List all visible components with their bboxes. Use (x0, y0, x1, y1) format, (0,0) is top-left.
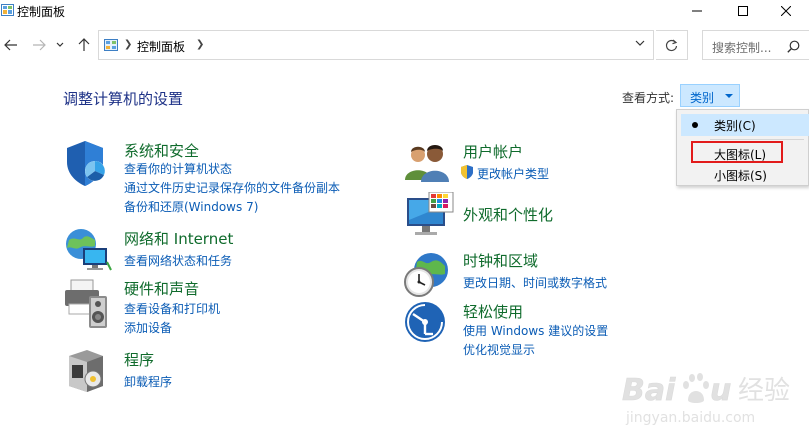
link-change-date-time[interactable]: 更改日期、时间或数字格式 (463, 274, 607, 291)
network-globe-icon[interactable] (63, 226, 113, 274)
forward-button[interactable] (30, 35, 48, 55)
category-name[interactable]: 程序 (124, 349, 154, 370)
svg-text:jingyan.baidu.com: jingyan.baidu.com (625, 410, 755, 426)
printer-speaker-icon[interactable] (63, 278, 111, 330)
breadcrumb-control-panel[interactable]: 控制面板 (137, 38, 185, 55)
ease-of-access-icon[interactable] (403, 300, 449, 346)
link-devices-printers[interactable]: 查看设备和打印机 (124, 300, 220, 317)
chevron-down-icon[interactable] (635, 40, 645, 47)
maximize-icon (738, 6, 748, 16)
category-programs: 程序 卸载程序 (63, 346, 383, 396)
control-panel-icon (1, 4, 14, 16)
view-by-value: 类别 (690, 91, 715, 105)
category-name[interactable]: 轻松使用 (463, 301, 523, 322)
svg-text:Bai: Bai (622, 373, 676, 408)
search-placeholder: 搜索控制... (712, 41, 772, 55)
recent-locations-button[interactable] (54, 35, 66, 55)
title-bar: 控制面板 (0, 0, 809, 22)
refresh-button[interactable] (656, 30, 688, 60)
search-input[interactable]: 搜索控制... (702, 30, 809, 60)
category-name[interactable]: 用户帐户 (463, 141, 523, 162)
clock-globe-icon[interactable] (403, 250, 451, 298)
minimize-icon (692, 10, 702, 12)
breadcrumb-chevron-icon[interactable]: ❯ (196, 39, 204, 50)
menu-item-small-icons[interactable]: 小图标(S) (681, 164, 809, 186)
minimize-button[interactable] (674, 0, 720, 22)
menu-item-category[interactable]: 类别(C) (681, 114, 809, 136)
svg-text:经验: 经验 (738, 376, 790, 406)
baidu-watermark-logo: Bai u 经验 jingyan.baidu.com (622, 373, 790, 426)
arrow-up-icon (78, 38, 90, 51)
breadcrumb-chevron-icon[interactable]: ❯ (124, 39, 132, 50)
highlight-annotation (691, 141, 783, 163)
shield-icon[interactable] (63, 138, 111, 188)
back-button[interactable] (2, 35, 20, 55)
category-name[interactable]: 网络和 Internet (124, 228, 233, 249)
link-uninstall-program[interactable]: 卸载程序 (124, 373, 172, 390)
category-clock-region: 时钟和区域 更改日期、时间或数字格式 (403, 250, 663, 300)
category-name[interactable]: 外观和个性化 (463, 204, 553, 225)
link-file-history[interactable]: 通过文件历史记录保存你的文件备份副本 (124, 179, 340, 196)
category-appearance: 外观和个性化 (403, 192, 663, 242)
monitor-palette-icon[interactable] (403, 192, 455, 242)
search-icon[interactable] (787, 40, 800, 53)
category-name[interactable]: 时钟和区域 (463, 250, 538, 271)
menu-separator (710, 139, 804, 140)
navigation-bar: ❯ 控制面板 ❯ 搜索控制... (0, 29, 809, 61)
view-by-label: 查看方式: (622, 91, 675, 105)
category-name[interactable]: 硬件和声音 (124, 278, 199, 299)
users-icon[interactable] (403, 140, 451, 184)
link-recommended-settings[interactable]: 使用 Windows 建议的设置 (463, 322, 608, 339)
control-panel-icon (104, 39, 118, 51)
page-title: 调整计算机的设置 (63, 90, 184, 108)
link-optimize-display[interactable]: 优化视觉显示 (463, 341, 535, 358)
category-user-accounts: 用户帐户 更改帐户类型 (403, 140, 663, 186)
close-button[interactable] (763, 0, 809, 22)
link-view-status[interactable]: 查看你的计算机状态 (124, 160, 232, 177)
programs-box-icon[interactable] (63, 346, 109, 394)
link-add-device[interactable]: 添加设备 (124, 319, 172, 336)
category-ease-of-access: 轻松使用 使用 Windows 建议的设置 优化视觉显示 (403, 300, 663, 360)
window-title: 控制面板 (17, 5, 66, 19)
caret-down-icon (725, 94, 733, 98)
refresh-icon (665, 39, 678, 51)
chevron-down-icon (56, 42, 64, 47)
maximize-button[interactable] (720, 0, 766, 22)
view-by-dropdown[interactable]: 类别 (680, 84, 740, 107)
category-hardware-sound: 硬件和声音 查看设备和打印机 添加设备 (63, 278, 383, 338)
close-icon (781, 6, 791, 16)
link-network-status[interactable]: 查看网络状态和任务 (124, 252, 232, 269)
radio-bullet-icon (692, 122, 698, 128)
up-button[interactable] (75, 35, 93, 55)
arrow-right-icon (33, 39, 46, 51)
category-system-security: 系统和安全 查看你的计算机状态 通过文件历史记录保存你的文件备份副本 备份和还原… (63, 138, 383, 218)
arrow-left-icon (4, 39, 17, 51)
svg-text:u: u (710, 373, 731, 408)
link-backup-restore[interactable]: 备份和还原(Windows 7) (124, 198, 258, 215)
category-name[interactable]: 系统和安全 (124, 140, 199, 161)
category-network-internet: 网络和 Internet 查看网络状态和任务 (63, 226, 383, 274)
uac-shield-icon (461, 165, 473, 179)
address-bar[interactable]: ❯ 控制面板 ❯ (98, 30, 654, 60)
link-change-account-type[interactable]: 更改帐户类型 (477, 165, 549, 182)
